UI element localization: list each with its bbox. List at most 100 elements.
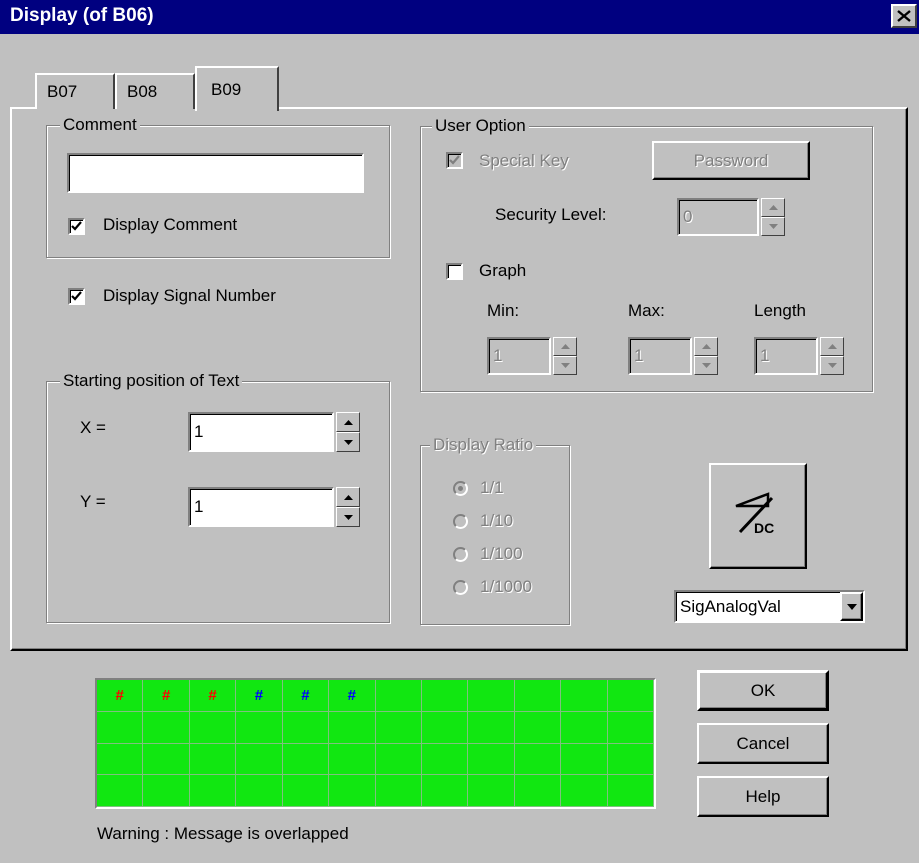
- spin-up-button[interactable]: [336, 487, 360, 507]
- grid-cell: [421, 775, 469, 807]
- display-ratio-group: [420, 445, 570, 625]
- y-label: Y =: [80, 492, 106, 511]
- spin-up-button[interactable]: [761, 198, 785, 217]
- chevron-down-icon: [846, 603, 857, 610]
- comment-input[interactable]: [67, 153, 364, 193]
- length-input[interactable]: 1: [754, 337, 818, 375]
- ratio-radio-1000[interactable]: [453, 580, 468, 595]
- arrow-down-icon: [827, 363, 837, 368]
- min-input[interactable]: 1: [487, 337, 551, 375]
- dropdown-button[interactable]: [840, 592, 863, 621]
- spin-down-button[interactable]: [694, 356, 718, 375]
- spin-down-button[interactable]: [820, 356, 844, 375]
- signal-icon-button[interactable]: DC: [709, 463, 807, 569]
- arrow-up-icon: [827, 344, 837, 349]
- grid-cell: [97, 775, 144, 807]
- min-label: Min:: [487, 301, 520, 320]
- security-level-spinner[interactable]: [761, 198, 785, 236]
- grid-cell: [607, 680, 654, 712]
- cancel-label: Cancel: [736, 733, 790, 753]
- grid-cell: [375, 680, 422, 712]
- length-label: Length: [754, 301, 806, 320]
- grid-cell: [143, 711, 190, 744]
- arrow-down-icon: [560, 363, 570, 368]
- grid-cell: #: [282, 680, 330, 712]
- display-signal-number-checkbox[interactable]: [68, 288, 85, 305]
- tab-label: B09: [211, 79, 242, 99]
- max-input[interactable]: 1: [628, 337, 692, 375]
- close-button[interactable]: [891, 4, 917, 28]
- help-label: Help: [745, 786, 781, 806]
- user-option-legend: User Option: [432, 116, 529, 136]
- grid-cell: [421, 680, 469, 712]
- ratio-radio-10[interactable]: [453, 514, 468, 529]
- signal-type-select[interactable]: SigAnalogVal: [674, 590, 865, 623]
- grid-cell: [189, 743, 237, 776]
- min-spinner[interactable]: [553, 337, 577, 375]
- window-title: Display (of B06): [10, 5, 154, 26]
- spin-up-button[interactable]: [694, 337, 718, 356]
- grid-cell: [97, 711, 144, 744]
- grid-cell: #: [329, 680, 376, 712]
- ok-button[interactable]: OK: [697, 670, 829, 711]
- grid-cell: [514, 775, 562, 807]
- arrow-down-icon: [768, 224, 778, 229]
- display-signal-number-label: Display Signal Number: [103, 286, 276, 305]
- grid-cell: [514, 711, 562, 744]
- spin-down-button[interactable]: [336, 507, 360, 527]
- grid-cell: [468, 680, 515, 712]
- spin-down-button[interactable]: [761, 217, 785, 236]
- display-comment-checkbox[interactable]: [68, 218, 85, 235]
- length-spinner[interactable]: [820, 337, 844, 375]
- password-button[interactable]: Password: [652, 141, 810, 180]
- marker: #: [115, 686, 124, 704]
- tab-b09[interactable]: B09: [195, 66, 279, 111]
- tab-b08[interactable]: B08: [115, 73, 195, 109]
- marker: #: [208, 686, 217, 704]
- x-spinner[interactable]: [336, 412, 360, 452]
- grid-cell: [236, 711, 283, 744]
- grid-cell: [329, 711, 376, 744]
- y-input[interactable]: 1: [188, 487, 334, 527]
- display-comment-label: Display Comment: [103, 215, 238, 234]
- x-input[interactable]: 1: [188, 412, 334, 452]
- ratio-radio-100[interactable]: [453, 547, 468, 562]
- graph-label: Graph: [479, 261, 527, 280]
- ratio-radio-1[interactable]: [453, 481, 468, 496]
- x-label: X =: [80, 418, 106, 437]
- grid-cell: [514, 743, 562, 776]
- max-label: Max:: [628, 301, 665, 320]
- arrow-up-icon: [768, 205, 778, 210]
- marker: #: [254, 686, 264, 704]
- special-key-checkbox[interactable]: [446, 152, 463, 169]
- spin-up-button[interactable]: [553, 337, 577, 356]
- grid-cell: [468, 743, 515, 776]
- tab-b07[interactable]: B07: [35, 73, 115, 109]
- spin-down-button[interactable]: [336, 432, 360, 452]
- grid-cell: [329, 775, 376, 807]
- grid-cell: [329, 743, 376, 776]
- spin-up-button[interactable]: [336, 412, 360, 432]
- y-spinner[interactable]: [336, 487, 360, 527]
- checkmark-icon: [71, 221, 82, 231]
- ratio-option-label: 1/100: [480, 544, 523, 563]
- cancel-button[interactable]: Cancel: [697, 723, 829, 764]
- graph-checkbox[interactable]: [446, 263, 463, 280]
- help-button[interactable]: Help: [697, 776, 829, 817]
- dc-text: DC: [754, 520, 774, 536]
- ok-label: OK: [750, 680, 776, 700]
- arrow-down-icon: [701, 363, 711, 368]
- grid-cell: [561, 711, 608, 744]
- grid-cell: [236, 743, 283, 776]
- grid-cell: [282, 743, 330, 776]
- grid-cell: #: [236, 680, 283, 712]
- max-spinner[interactable]: [694, 337, 718, 375]
- security-level-input[interactable]: 0: [677, 198, 759, 236]
- tab-label: B07: [47, 82, 78, 101]
- spin-down-button[interactable]: [553, 356, 577, 375]
- grid-cell: [607, 775, 654, 807]
- display-ratio-legend: Display Ratio: [430, 435, 537, 455]
- arrow-up-icon: [343, 419, 353, 425]
- spin-up-button[interactable]: [820, 337, 844, 356]
- grid-cell: #: [189, 680, 237, 712]
